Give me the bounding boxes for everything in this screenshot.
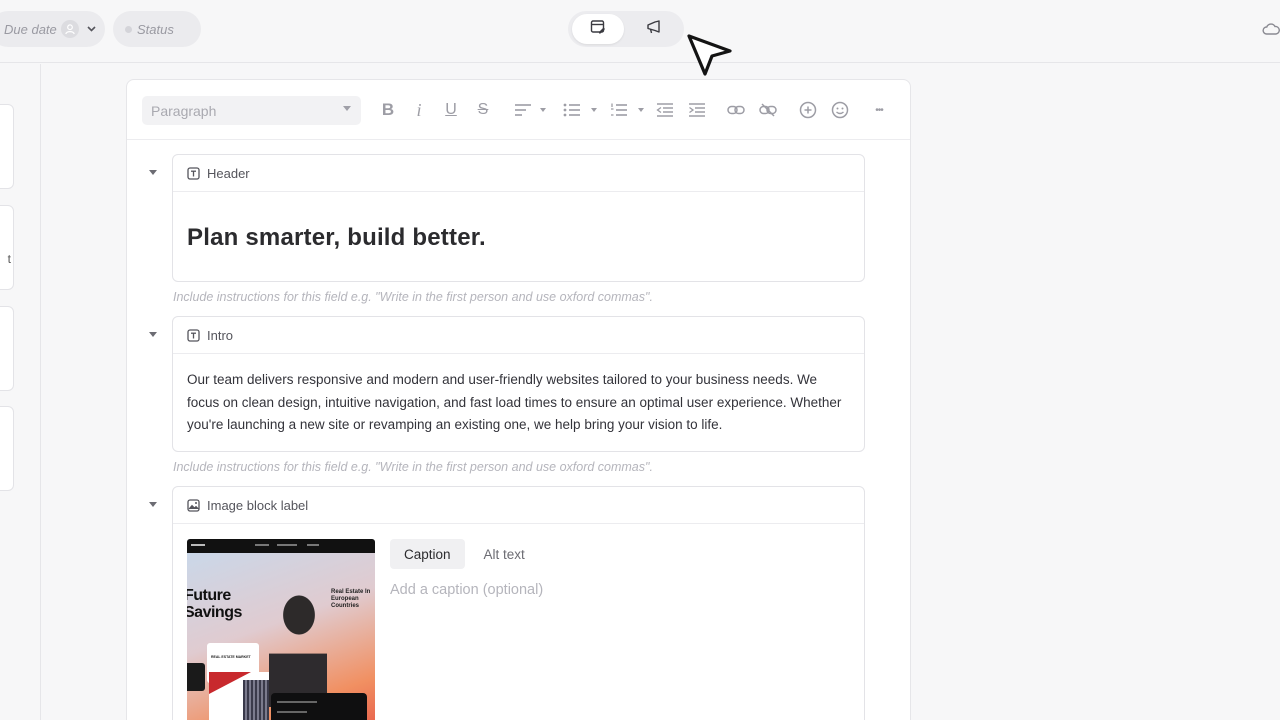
intro-block-label: Intro <box>207 327 234 343</box>
link-icon <box>727 104 745 116</box>
tab-caption[interactable]: Caption <box>390 539 465 569</box>
plus-circle-icon <box>799 101 817 119</box>
strikethrough-icon: S <box>477 101 489 118</box>
smiley-icon <box>831 101 849 119</box>
image-block-label: Image block label <box>207 497 309 513</box>
left-card[interactable]: t <box>0 205 14 290</box>
caption-input[interactable]: Add a caption (optional) <box>390 582 543 598</box>
top-bar: Due date Status <box>0 0 1280 63</box>
thumbnail-nav <box>187 539 375 553</box>
formatting-toolbar: Paragraph B i U S ••• <box>127 80 910 140</box>
bullet-list-caret-icon[interactable] <box>591 108 597 112</box>
text-block-icon <box>187 166 200 180</box>
bold-button[interactable]: B <box>378 100 398 120</box>
unlink-icon <box>759 103 777 117</box>
bullet-list-icon <box>563 103 581 117</box>
note-edit-icon <box>590 19 606 40</box>
status-label: Status <box>137 21 174 37</box>
indent-button[interactable] <box>687 100 707 120</box>
thumbnail-card-text: REAL ESTATE MARKET <box>211 655 251 659</box>
left-card-text: t <box>7 252 11 266</box>
link-button[interactable] <box>726 100 746 120</box>
due-date-label: Due date <box>4 21 57 37</box>
intro-content[interactable]: Our team delivers responsive and modern … <box>173 354 864 437</box>
left-card[interactable] <box>0 406 14 491</box>
due-date-filter[interactable]: Due date <box>0 11 105 47</box>
image-block-head: Image block label <box>173 487 864 524</box>
align-left-icon <box>514 103 532 117</box>
italic-button[interactable]: i <box>409 100 429 120</box>
image-meta-tabs: Caption Alt text <box>390 539 544 569</box>
intro-block: Intro Our team delivers responsive and m… <box>172 316 865 452</box>
indent-icon <box>688 103 706 117</box>
select-caret-icon <box>343 106 351 111</box>
thumbnail-headline: Future Savings <box>187 587 242 621</box>
mode-toggle <box>568 11 684 47</box>
strikethrough-button[interactable]: S <box>473 100 493 120</box>
outdent-button[interactable] <box>655 100 675 120</box>
header-instructions-hint[interactable]: Include instructions for this field e.g.… <box>173 290 653 304</box>
header-block-head: Header <box>173 155 864 192</box>
thumbnail-side-text: Real Estate In European Countries <box>331 589 371 609</box>
emoji-button[interactable] <box>830 100 850 120</box>
thumbnail-building <box>209 672 269 720</box>
megaphone-icon <box>646 19 662 40</box>
thumbnail-dark-card <box>187 663 205 691</box>
edit-mode-button[interactable] <box>572 14 624 44</box>
thumbnail-person <box>269 587 327 707</box>
header-block: Header Plan smarter, build better. <box>172 154 865 282</box>
user-avatar-icon <box>60 20 79 38</box>
italic-icon: i <box>416 99 422 120</box>
paragraph-style-select[interactable]: Paragraph <box>142 96 361 125</box>
add-block-button[interactable] <box>798 100 818 120</box>
thumbnail-dark-panel <box>271 693 367 720</box>
collapse-header-toggle[interactable] <box>149 170 157 175</box>
numbered-list-caret-icon[interactable] <box>638 108 644 112</box>
chevron-down-icon <box>87 24 96 35</box>
intro-instructions-hint[interactable]: Include instructions for this field e.g.… <box>173 460 653 474</box>
image-block-icon <box>187 498 200 512</box>
cloud-icon[interactable] <box>1262 22 1280 41</box>
more-dots-icon: ••• <box>875 104 883 116</box>
text-block-icon <box>187 328 200 342</box>
collapse-image-toggle[interactable] <box>149 502 157 507</box>
image-block: Image block label Future Savings Real Es… <box>172 486 865 720</box>
align-caret-icon[interactable] <box>540 108 546 112</box>
header-block-label: Header <box>207 165 250 181</box>
status-filter[interactable]: Status <box>113 11 201 47</box>
numbered-list-button[interactable] <box>609 100 629 120</box>
header-content[interactable]: Plan smarter, build better. <box>173 192 864 252</box>
left-card[interactable] <box>0 104 14 189</box>
publish-mode-button[interactable] <box>628 14 680 44</box>
underline-icon: U <box>445 101 457 118</box>
outdent-icon <box>656 103 674 117</box>
bold-icon: B <box>381 100 395 119</box>
intro-block-head: Intro <box>173 317 864 354</box>
bullet-list-button[interactable] <box>562 100 582 120</box>
unlink-button[interactable] <box>758 100 778 120</box>
collapse-intro-toggle[interactable] <box>149 332 157 337</box>
image-thumbnail[interactable]: Future Savings Real Estate In European C… <box>187 539 375 720</box>
numbered-list-icon <box>610 103 628 117</box>
underline-button[interactable]: U <box>441 100 461 120</box>
tab-alt-text[interactable]: Alt text <box>470 539 539 569</box>
align-button[interactable] <box>513 100 533 120</box>
mouse-pointer-icon <box>684 31 734 84</box>
left-card[interactable] <box>0 306 14 391</box>
left-sidebar: t <box>0 64 41 720</box>
paragraph-style-value: Paragraph <box>151 102 217 119</box>
more-options-button[interactable]: ••• <box>869 100 889 120</box>
status-dot-icon <box>125 25 132 33</box>
